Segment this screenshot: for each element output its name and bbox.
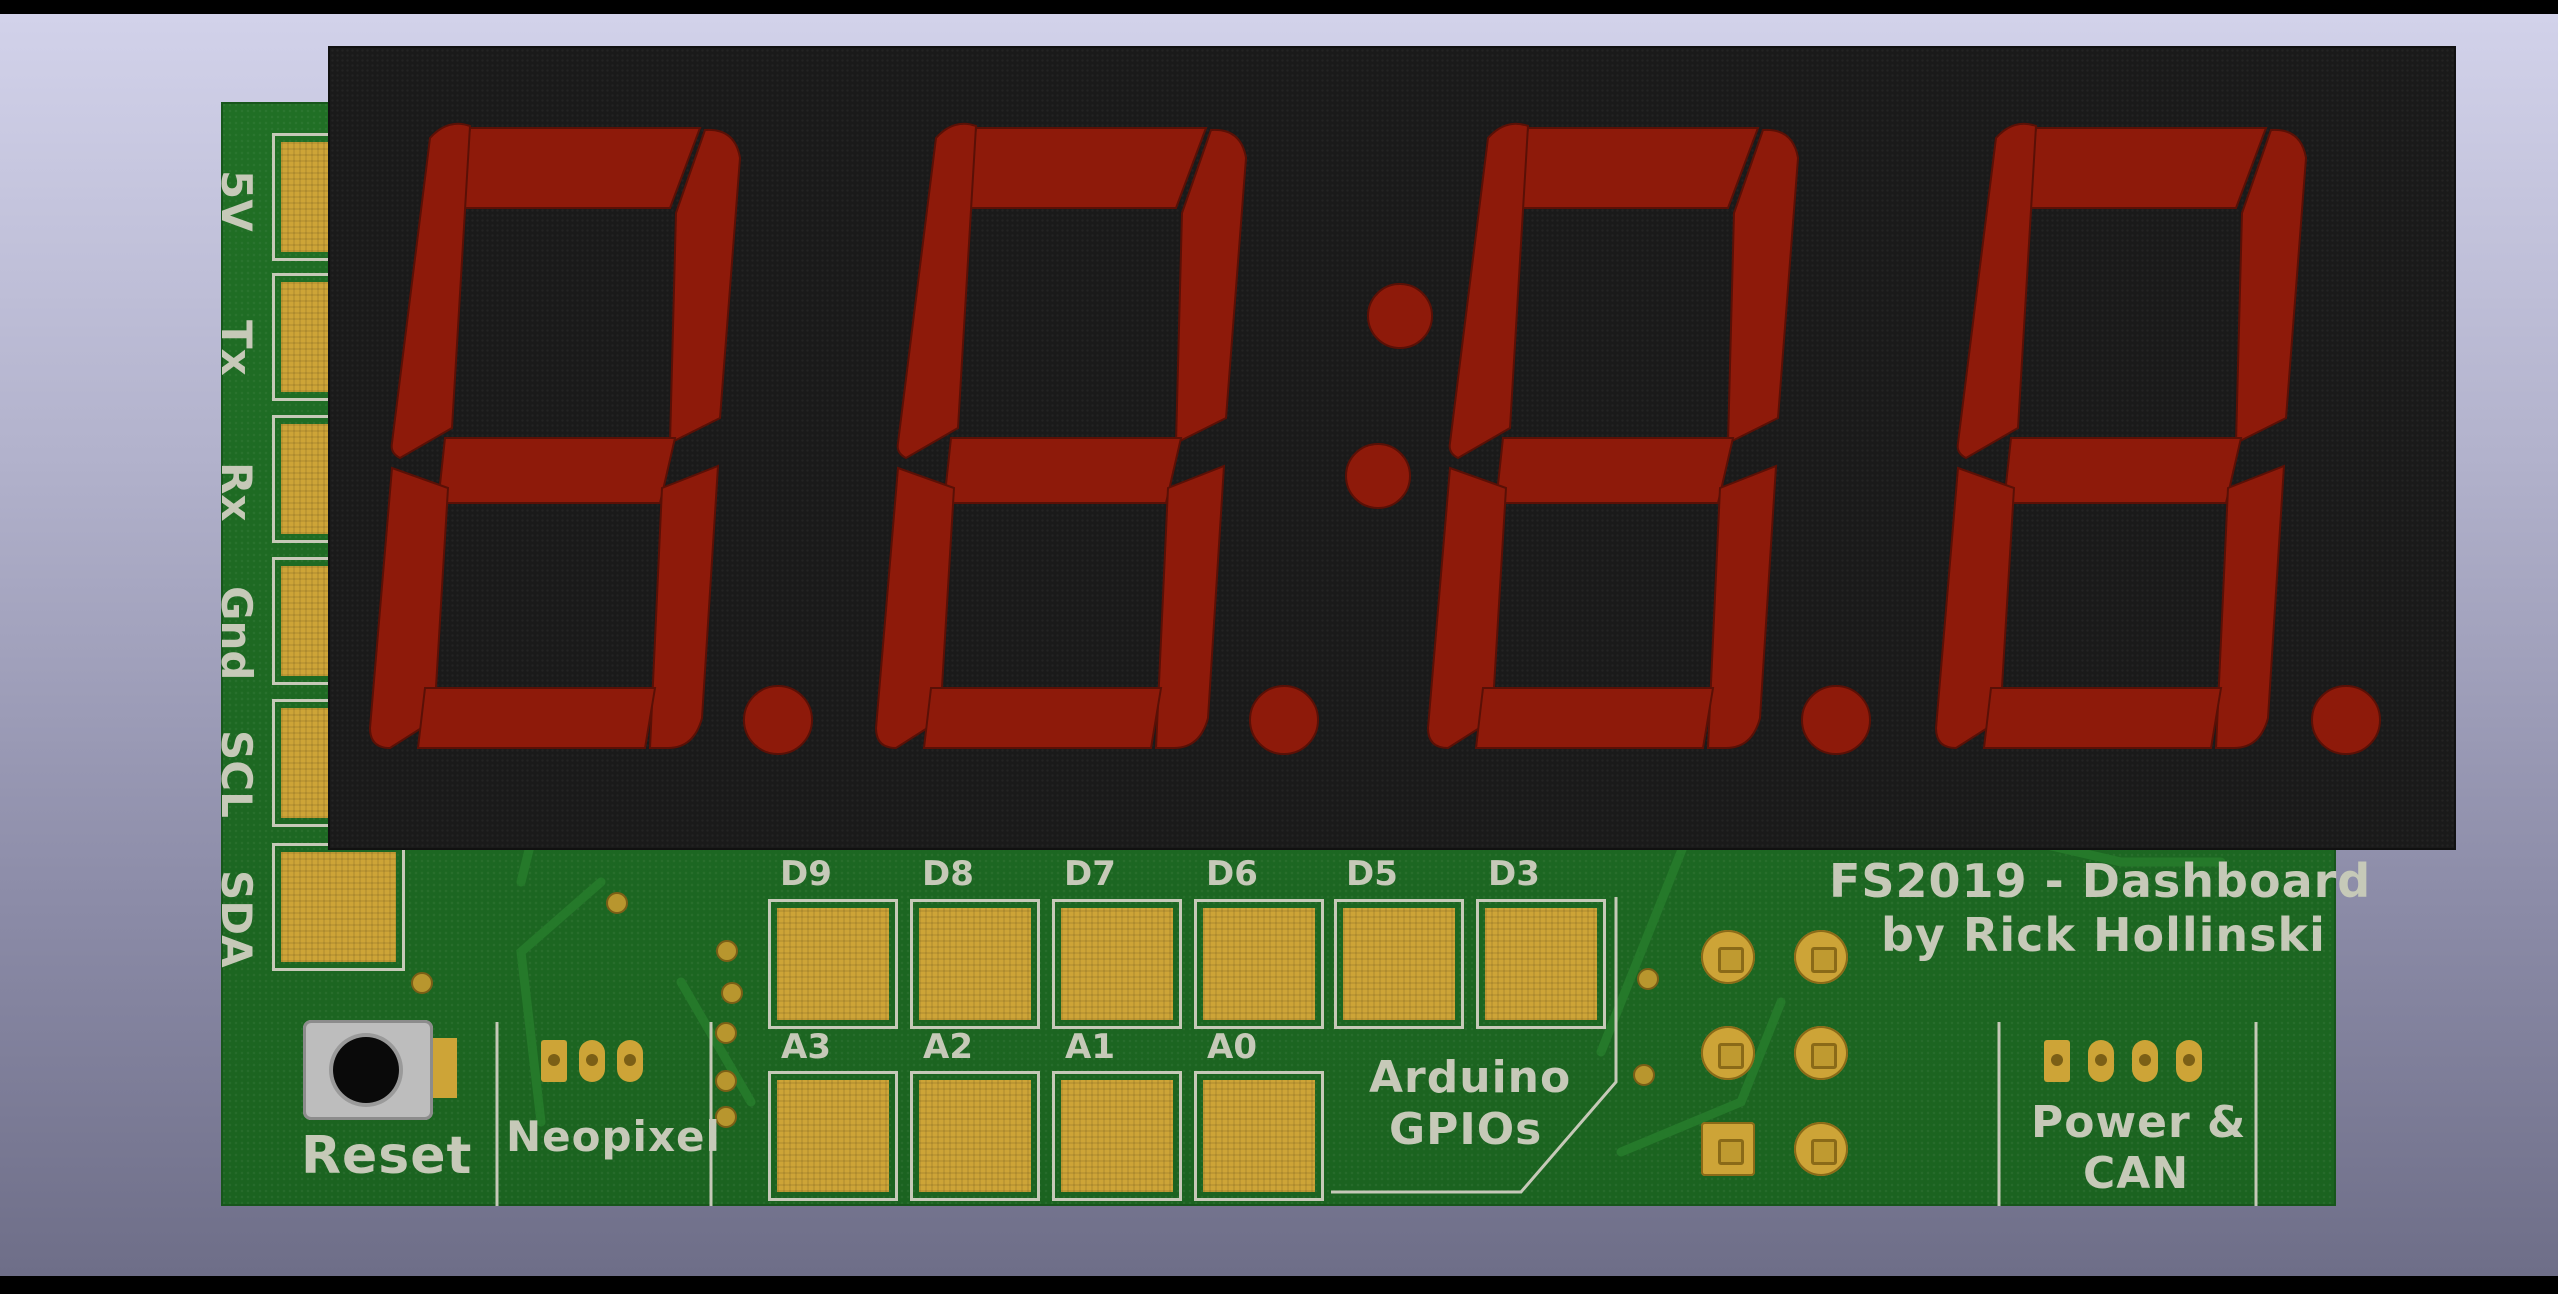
pad-d6[interactable] (1194, 899, 1324, 1029)
header-pin-5[interactable] (1701, 1122, 1755, 1176)
pad-d5[interactable] (1334, 899, 1464, 1029)
pad-a3[interactable] (768, 1071, 898, 1201)
pad-label-a0: A0 (1207, 1027, 1257, 1067)
power-pin-1[interactable] (2044, 1040, 2070, 1082)
gpio-label-line2: GPIOs (1389, 1104, 1543, 1155)
via (715, 1022, 737, 1044)
colon-bottom (1345, 443, 1411, 509)
pad-a1[interactable] (1052, 1071, 1182, 1201)
power-can-label-line1: Power & (2031, 1097, 2247, 1148)
header-pin-1[interactable] (1701, 930, 1755, 984)
neopixel-pin-2[interactable] (579, 1040, 605, 1082)
via (1633, 1064, 1655, 1086)
pad-label-a2: A2 (923, 1027, 973, 1067)
pin-label-rx: Rx (212, 462, 261, 522)
pad-label-d6: D6 (1206, 854, 1258, 894)
seven-segment-display[interactable] (330, 48, 2454, 848)
power-can-label-line2: CAN (2083, 1148, 2190, 1199)
pad-label-d5: D5 (1346, 854, 1398, 894)
pad-label-a3: A3 (781, 1027, 831, 1067)
header-pin-6[interactable] (1794, 1122, 1848, 1176)
via (716, 940, 738, 962)
header-pin-2[interactable] (1794, 930, 1848, 984)
pad-label-d9: D9 (780, 854, 832, 894)
pad-label-a1: A1 (1065, 1027, 1115, 1067)
power-pin-4[interactable] (2176, 1040, 2202, 1082)
pin-label-scl: SCL (212, 730, 261, 818)
digit-2 (874, 122, 1319, 755)
reset-button-tab (433, 1038, 457, 1098)
board-author: by Rick Hollinski (1881, 908, 2326, 962)
header-pin-4[interactable] (1794, 1026, 1848, 1080)
pad-d8[interactable] (910, 899, 1040, 1029)
via (721, 982, 743, 1004)
pad-d7[interactable] (1052, 899, 1182, 1029)
pad-a0[interactable] (1194, 1071, 1324, 1201)
via (1637, 968, 1659, 990)
neopixel-label: Neopixel (506, 1112, 721, 1161)
neopixel-pin-1[interactable] (541, 1040, 567, 1082)
pad-d9[interactable] (768, 899, 898, 1029)
pad-label-d8: D8 (922, 854, 974, 894)
colon-top (1367, 283, 1433, 349)
board-title: FS2019 - Dashboard (1829, 854, 2372, 908)
digit-1 (368, 122, 813, 755)
via (411, 972, 433, 994)
gpio-label-line1: Arduino (1369, 1052, 1572, 1103)
reset-button[interactable] (303, 1020, 433, 1120)
digit-4 (1934, 122, 2381, 755)
neopixel-connector (533, 1032, 649, 1092)
neopixel-pin-3[interactable] (617, 1040, 643, 1082)
pin-label-gnd: Gnd (212, 586, 261, 681)
pad-label-d3: D3 (1488, 854, 1540, 894)
header-pad-sda[interactable] (272, 843, 405, 971)
power-can-connector (2036, 1032, 2206, 1092)
pin-label-sda: SDA (212, 870, 261, 968)
seven-segment-digits (368, 122, 2381, 755)
pin-label-tx: Tx (212, 320, 261, 376)
pad-d3[interactable] (1476, 899, 1606, 1029)
via (606, 892, 628, 914)
power-pin-2[interactable] (2088, 1040, 2114, 1082)
pad-label-d7: D7 (1064, 854, 1116, 894)
power-pin-3[interactable] (2132, 1040, 2158, 1082)
pad-a2[interactable] (910, 1071, 1040, 1201)
reset-label: Reset (301, 1126, 473, 1186)
reset-button-cap[interactable] (333, 1037, 399, 1103)
3d-viewer-canvas[interactable]: 5V Tx Rx Gnd SCL SDA D9 D8 D7 D6 D5 D3 A… (0, 14, 2558, 1276)
via (715, 1070, 737, 1092)
digit-3 (1426, 122, 1871, 755)
header-pin-3[interactable] (1701, 1026, 1755, 1080)
pin-label-5v: 5V (212, 170, 261, 232)
